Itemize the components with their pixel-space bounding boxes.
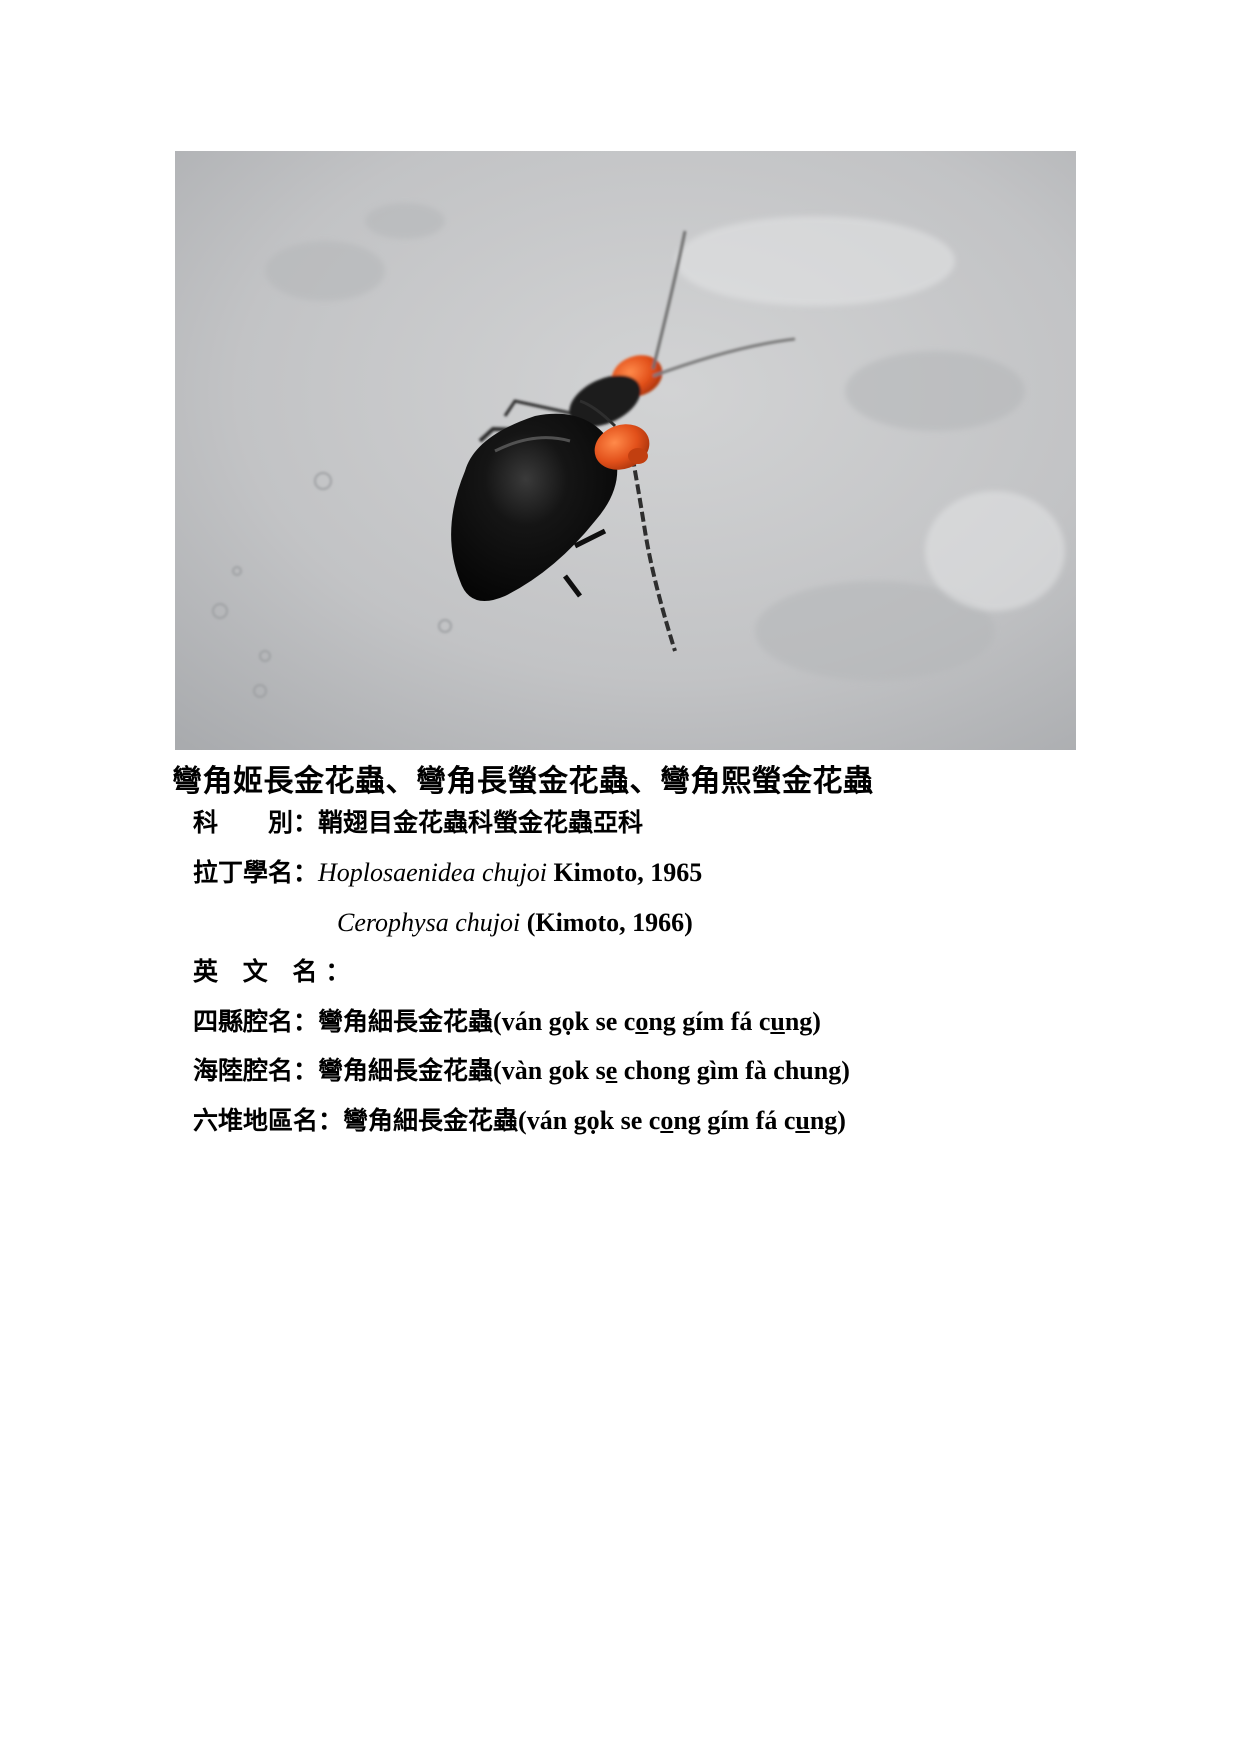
latin-name-2-author: (Kimoto, 1966): [520, 908, 693, 937]
liudui-romanization-3: ng gím fá c: [673, 1106, 796, 1135]
sixian-label: 四縣腔名：: [193, 1007, 319, 1036]
liudui-romanization-1: (ván gọk se c: [518, 1106, 661, 1135]
latin-name-2: Cerophysa chujoi: [337, 908, 521, 937]
liudui-romanization-4: u: [795, 1106, 810, 1135]
sixian-romanization-1: (ván gọk se c: [493, 1007, 636, 1036]
liudui-romanization-2: o: [660, 1106, 674, 1135]
hailu-label: 海陸腔名：: [193, 1056, 319, 1085]
latin-name-row-2: Cerophysa chujoi (Kimoto, 1966): [337, 905, 693, 941]
sixian-romanization-3: ng gím fá c: [648, 1007, 771, 1036]
liudui-romanization-5: ng): [809, 1106, 846, 1135]
sixian-romanization-5: ng): [784, 1007, 821, 1036]
latin-name-label: 拉丁學名：: [193, 858, 319, 887]
beetle-photo: [175, 151, 1076, 750]
english-name-row: 英 文 名：: [193, 954, 358, 990]
sixian-romanization-4: u: [770, 1007, 785, 1036]
page-title: 彎角姬長金花蟲、彎角長螢金花蟲、彎角熙螢金花蟲: [172, 764, 874, 799]
family-value: 鞘翅目金花蟲科螢金花蟲亞科: [318, 808, 644, 837]
hailu-row: 海陸腔名：彎角細長金花蟲(vàn gok se chong gìm fà chu…: [193, 1053, 850, 1089]
sixian-row: 四縣腔名：彎角細長金花蟲(ván gọk se cong gím fá cung…: [193, 1004, 821, 1040]
liudui-row: 六堆地區名：彎角細長金花蟲(ván gọk se cong gím fá cun…: [193, 1103, 846, 1139]
hailu-romanization-2: e: [605, 1056, 618, 1085]
liudui-label: 六堆地區名：: [193, 1106, 344, 1135]
english-name-label: 英 文 名：: [193, 957, 359, 986]
sixian-hanzi: 彎角細長金花蟲: [318, 1007, 494, 1036]
hailu-romanization-1: (vàn gok s: [493, 1056, 606, 1085]
latin-name-1: Hoplosaenidea chujoi: [318, 858, 547, 887]
hailu-hanzi: 彎角細長金花蟲: [318, 1056, 494, 1085]
hailu-romanization-3: chong gìm fà chung): [617, 1056, 850, 1085]
family-label: 科 別：: [193, 808, 319, 837]
sixian-romanization-2: o: [635, 1007, 649, 1036]
latin-name-row: 拉丁學名：Hoplosaenidea chujoi Kimoto, 1965: [193, 855, 702, 891]
liudui-hanzi: 彎角細長金花蟲: [343, 1106, 519, 1135]
family-row: 科 別：鞘翅目金花蟲科螢金花蟲亞科: [193, 805, 643, 841]
latin-name-1-author: Kimoto, 1965: [546, 858, 703, 887]
